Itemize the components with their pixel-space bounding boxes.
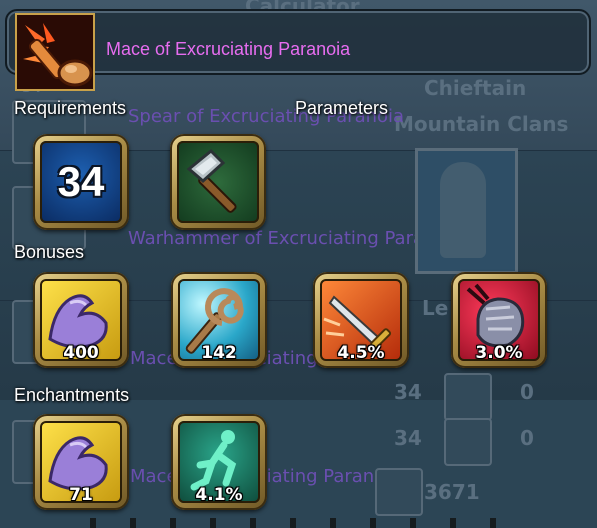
bonus-value: 3.0% <box>475 343 523 361</box>
item-name: Mace of Excruciating Paranoia <box>106 39 351 59</box>
bonus-slot-magic: 142 <box>171 272 267 368</box>
enchantment-value: 4.1% <box>195 485 243 503</box>
bonus-value: 4.5% <box>337 343 385 361</box>
bonus-value: 142 <box>201 343 237 361</box>
bonus-slot-crushing: 3.0% <box>451 272 547 368</box>
enchantments-heading: Enchantments <box>14 385 130 405</box>
required-level: 34 <box>57 158 105 205</box>
bonus-slot-critical: 4.5% <box>313 272 409 368</box>
parameter-weapon-slot <box>170 134 266 230</box>
strength-arm-icon: 400 <box>40 279 122 361</box>
requirements-heading: Requirements <box>14 98 127 118</box>
mace-icon <box>15 13 95 91</box>
level-icon: 34 <box>40 141 122 223</box>
warhammer-icon <box>177 141 259 223</box>
enchantment-slot-strength: 71 <box>33 414 129 510</box>
running-man-icon: 4.1% <box>178 421 260 503</box>
bonus-value: 400 <box>63 343 99 361</box>
strength-arm-icon: 71 <box>40 421 122 503</box>
swirl-staff-icon: 142 <box>178 279 260 361</box>
parameters-heading: Parameters <box>295 98 389 118</box>
enchantment-value: 71 <box>69 485 93 503</box>
bonus-slot-strength: 400 <box>33 272 129 368</box>
crushing-fist-icon: 3.0% <box>458 279 540 361</box>
sword-strike-icon: 4.5% <box>320 279 402 361</box>
enchantment-slot-speed: 4.1% <box>171 414 267 510</box>
item-tooltip: Mace of Excruciating Paranoia Requiremen… <box>0 0 597 528</box>
bonuses-heading: Bonuses <box>14 242 85 262</box>
requirement-level-slot: 34 <box>33 134 129 230</box>
